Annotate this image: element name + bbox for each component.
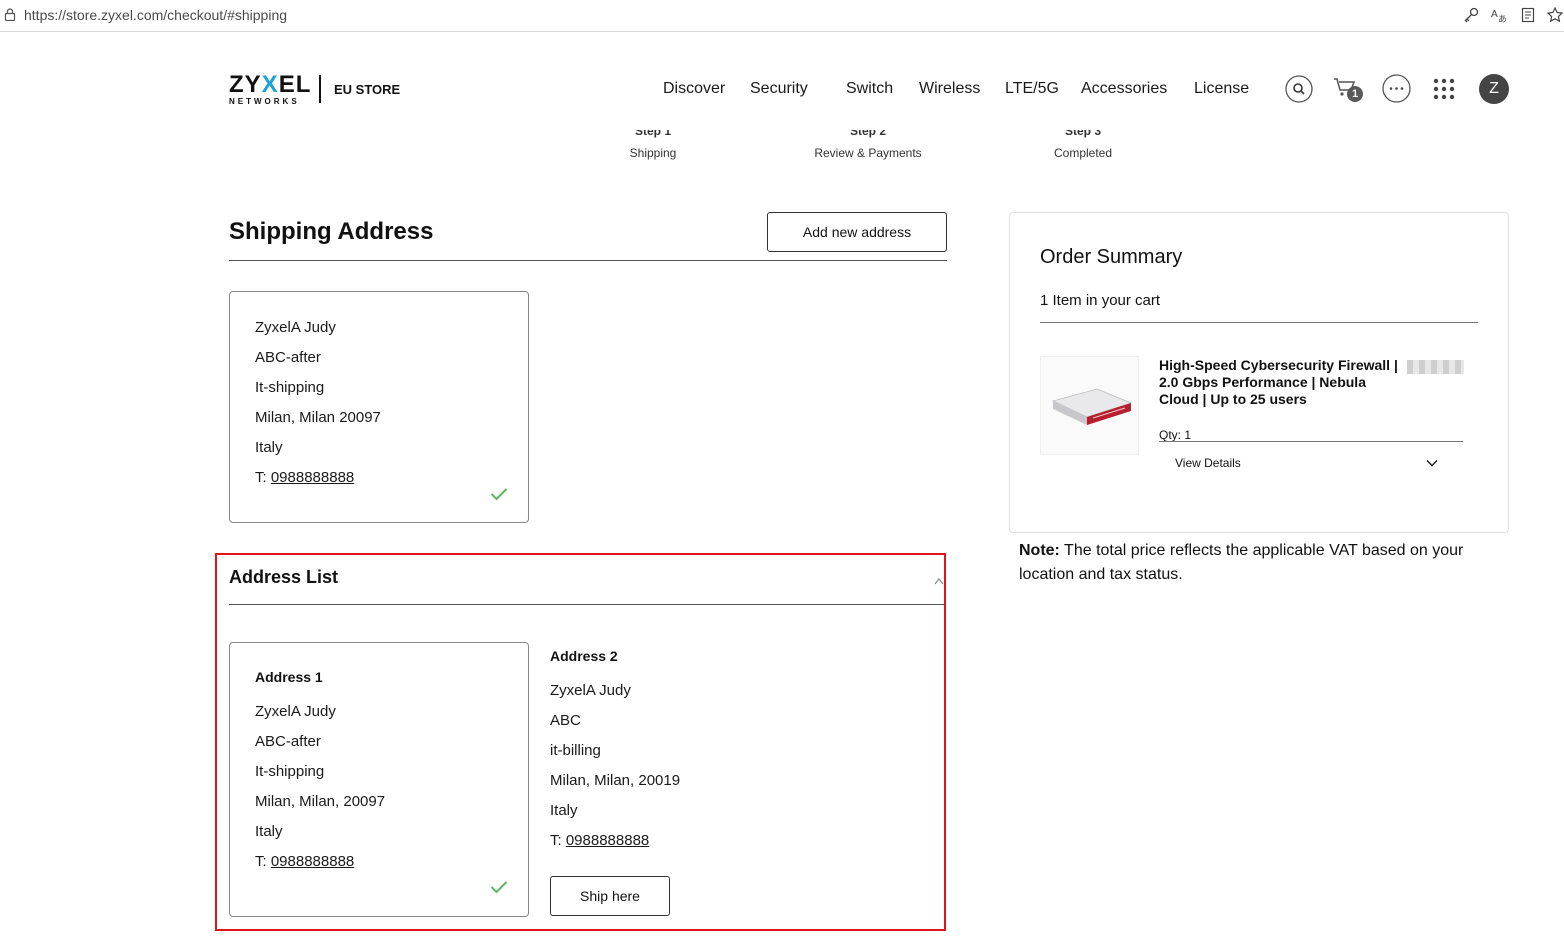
cart-item-count: 1 Item in your cart xyxy=(1040,292,1161,309)
nav-security[interactable]: Security xyxy=(750,80,808,98)
step-label: Review & Payments xyxy=(814,146,922,160)
step-label: Shipping xyxy=(629,146,677,160)
shipping-address-heading: Shipping Address xyxy=(229,218,434,245)
product-divider xyxy=(1159,441,1463,442)
step-number: Step 1 xyxy=(634,130,671,138)
selected-address-card[interactable]: ZyxelA Judy ABC-after It-shipping Milan,… xyxy=(229,291,529,523)
reader-view-icon[interactable] xyxy=(1519,6,1537,24)
cart-button[interactable]: 1 xyxy=(1333,76,1363,104)
svg-text:あ: あ xyxy=(1498,14,1507,24)
chevron-down-icon[interactable] xyxy=(1426,459,1438,467)
phone-link[interactable]: 0988888888 xyxy=(271,469,354,486)
order-summary-title: Order Summary xyxy=(1040,246,1183,268)
nav-license[interactable]: License xyxy=(1194,80,1249,98)
logo-divider xyxy=(319,75,321,103)
step-shipping: Step 1 Shipping xyxy=(603,130,703,160)
address-country: Italy xyxy=(255,439,283,456)
step-completed: Step 3 Completed xyxy=(1033,130,1133,160)
nav-lte-5g[interactable]: LTE/5G xyxy=(1005,80,1059,98)
note-text: The total price reflects the applicable … xyxy=(1019,542,1468,583)
svg-text:A: A xyxy=(1491,9,1498,20)
highlight-box xyxy=(215,553,946,931)
step-number: Step 3 xyxy=(1064,130,1101,138)
search-icon[interactable] xyxy=(1285,75,1313,103)
nav-switch[interactable]: Switch xyxy=(846,80,893,98)
url-text[interactable]: https://store.zyxel.com/checkout/#shippi… xyxy=(24,7,287,23)
product-quantity: Qty: 1 xyxy=(1159,428,1192,442)
translate-icon[interactable]: A あ xyxy=(1490,6,1508,24)
browser-address-bar: https://store.zyxel.com/checkout/#shippi… xyxy=(0,0,1564,32)
summary-divider xyxy=(1040,322,1478,323)
nav-accessories[interactable]: Accessories xyxy=(1081,80,1167,98)
add-new-address-button[interactable]: Add new address xyxy=(767,212,947,252)
logo-text-post: EL xyxy=(278,71,312,98)
nav-wireless[interactable]: Wireless xyxy=(919,80,980,98)
zyxel-logo[interactable]: ZYXEL NETWORKS xyxy=(229,71,312,107)
site-info-icon[interactable] xyxy=(4,8,16,21)
logo-text-pre: ZY xyxy=(229,71,262,98)
address-street: It-shipping xyxy=(255,379,325,396)
section-divider xyxy=(229,260,947,261)
account-avatar[interactable]: Z xyxy=(1479,74,1509,104)
logo-subtext: NETWORKS xyxy=(229,97,300,106)
address-name: ZyxelA Judy xyxy=(255,319,336,336)
nav-discover[interactable]: Discover xyxy=(663,80,725,98)
product-image xyxy=(1040,356,1139,455)
bookmark-star-icon[interactable] xyxy=(1546,6,1564,24)
step-number: Step 2 xyxy=(849,130,886,138)
product-name[interactable]: High-Speed Cybersecurity Firewall | 2.0 … xyxy=(1159,357,1399,408)
blurred-price xyxy=(1407,360,1464,374)
vat-note: Note: The total price reflects the appli… xyxy=(1019,539,1509,587)
address-phone-line: T: 0988888888 xyxy=(255,469,354,486)
address-company: ABC-after xyxy=(255,349,321,366)
cart-count-badge: 1 xyxy=(1347,86,1363,102)
store-label: EU STORE xyxy=(334,82,401,97)
selected-check-icon xyxy=(490,488,508,501)
apps-grid-icon[interactable] xyxy=(1433,78,1455,100)
phone-prefix: T: xyxy=(255,469,271,486)
logo-text-x: X xyxy=(261,71,279,98)
step-review-payments: Step 2 Review & Payments xyxy=(798,130,938,160)
view-details-toggle[interactable]: View Details xyxy=(1175,456,1241,470)
note-label: Note: xyxy=(1019,542,1060,559)
key-icon[interactable] xyxy=(1462,6,1480,24)
step-label: Completed xyxy=(1053,146,1113,160)
address-city: Milan, Milan 20097 xyxy=(255,409,381,426)
firewall-device-image xyxy=(1051,388,1133,425)
more-options-icon[interactable] xyxy=(1382,74,1411,103)
